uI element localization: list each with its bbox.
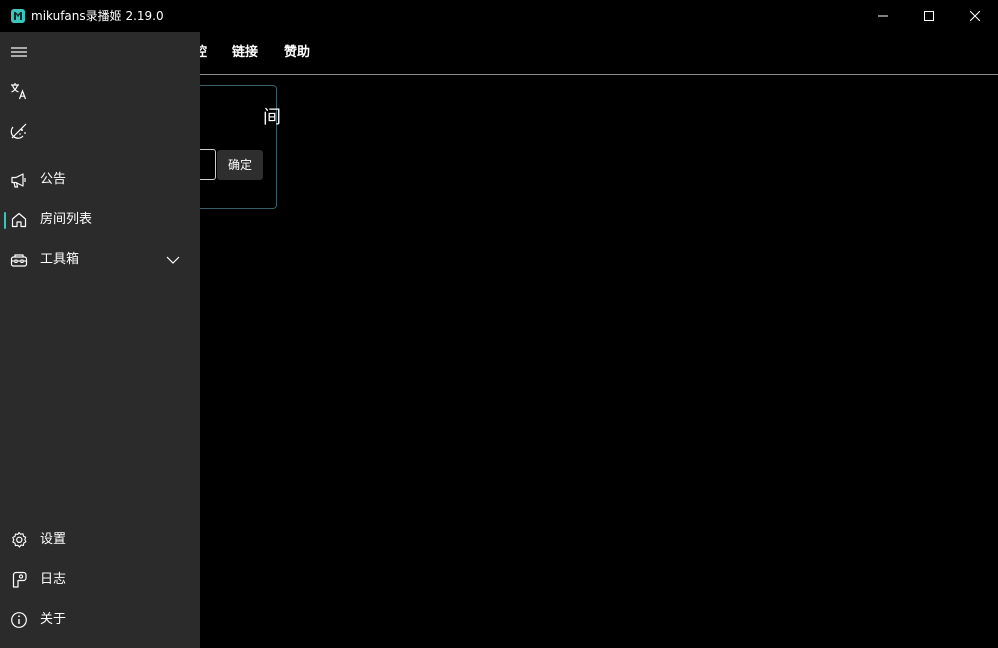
pane-item-about[interactable]: 关于 (0, 602, 200, 638)
tab-links[interactable]: 链接 (232, 44, 258, 62)
translate-icon (10, 82, 28, 100)
chevron-down-icon[interactable] (165, 253, 181, 267)
pane-item-room-list[interactable]: 房间列表 (0, 202, 200, 238)
megaphone-icon (10, 171, 28, 189)
pane-item-label: 房间列表 (40, 212, 93, 227)
pane-item-label: 公告 (40, 172, 67, 187)
info-icon (10, 611, 28, 629)
pane-toggle-button[interactable] (0, 34, 200, 70)
title-bar[interactable]: mikufans录播姬 2.19.0 (0, 0, 998, 32)
log-icon (10, 571, 28, 589)
selection-indicator (4, 212, 6, 229)
toolbox-icon (10, 251, 28, 269)
pane-item-label: 日志 (40, 572, 67, 587)
tab-sponsor[interactable]: 赞助 (284, 44, 310, 62)
pane-item-label: 关于 (40, 612, 67, 627)
confirm-button[interactable]: 确定 (217, 150, 263, 180)
pane-item-announcement[interactable]: 公告 (0, 162, 200, 198)
window-title: mikufans录播姬 2.19.0 (31, 9, 164, 23)
minimize-icon (878, 15, 888, 17)
pane-item-settings[interactable]: 设置 (0, 522, 200, 558)
maximize-icon (924, 11, 934, 21)
home-icon (10, 211, 28, 229)
close-button[interactable] (952, 0, 998, 32)
app-logo-icon (11, 9, 25, 23)
hamburger-menu-icon (10, 43, 28, 61)
pane-item-language[interactable] (0, 73, 200, 109)
minimize-button[interactable] (860, 0, 906, 32)
close-icon (970, 11, 980, 21)
theme-toggle-icon (10, 122, 28, 140)
pane-item-theme[interactable] (0, 113, 200, 149)
app-window: mikufans录播姬 2.19.0 控 链接 赞助 间 确定 公告 房间列表 … (0, 0, 998, 648)
pane-item-log[interactable]: 日志 (0, 562, 200, 598)
pane-item-label: 工具箱 (40, 252, 80, 267)
maximize-button[interactable] (906, 0, 952, 32)
gear-icon (10, 531, 28, 549)
card-title: 间 (263, 107, 281, 128)
pane-item-toolbox[interactable]: 工具箱 (0, 242, 200, 278)
navigation-pane: 公告 房间列表 工具箱 设置 日志 关于 (0, 32, 200, 648)
pane-item-label: 设置 (40, 532, 67, 547)
